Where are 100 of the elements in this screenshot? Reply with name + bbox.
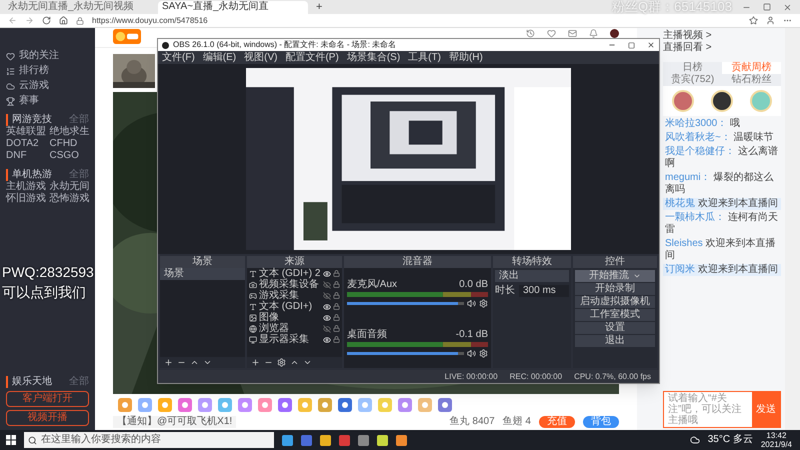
gift-icon[interactable] [397, 397, 413, 413]
control-button[interactable]: 设置 [575, 322, 655, 334]
taskbar-app-icon[interactable] [377, 434, 388, 446]
message-icon[interactable] [568, 29, 577, 38]
settings-icon[interactable] [277, 358, 286, 367]
lock-icon[interactable] [333, 336, 340, 343]
category-link[interactable]: DOTA2 [6, 138, 46, 150]
source-item[interactable]: 显示器采集 [259, 334, 321, 345]
profile-icon[interactable] [766, 16, 775, 25]
transition-select[interactable]: 淡出 [495, 270, 569, 282]
sidebar-item[interactable]: 云游戏 [19, 80, 49, 92]
settings-icon[interactable] [479, 348, 488, 358]
add-icon[interactable] [164, 358, 173, 367]
category-link[interactable]: 永劫无间 [50, 181, 89, 193]
move-up-icon[interactable] [290, 358, 299, 367]
rank-tab[interactable]: 钻石粉丝 [722, 74, 781, 86]
history-icon[interactable] [526, 29, 535, 38]
add-icon[interactable] [251, 358, 260, 367]
caret-icon [633, 272, 641, 280]
gift-icon[interactable] [337, 397, 353, 413]
browser-tab[interactable]: 永劫无间直播_永劫无间视频 [4, 0, 154, 14]
notification-icon[interactable] [589, 29, 598, 38]
sidebar-button[interactable]: 客户端打开 [6, 391, 89, 407]
control-button[interactable]: 启动虚拟摄像机 [575, 296, 655, 308]
lock-icon[interactable] [333, 281, 340, 288]
control-button[interactable]: 开始推流 [575, 270, 655, 282]
rank-tab[interactable]: 日榜 [663, 62, 722, 74]
duration-field[interactable]: 300 ms [519, 285, 569, 297]
menu-item[interactable]: 编辑(E) [202, 52, 236, 62]
speaker-icon[interactable] [467, 348, 476, 358]
control-button[interactable]: 退出 [575, 335, 655, 347]
start-icon[interactable] [6, 435, 16, 445]
category-link[interactable]: CSGO [50, 150, 89, 162]
window-title: OBS 26.1.0 (64-bit, windows) - 配置文件: 未命名 - 场景: 未命名 [173, 41, 396, 49]
menu-item[interactable]: 文件(F) [162, 52, 195, 62]
new-tab-button[interactable]: + [312, 2, 326, 12]
speaker-icon[interactable] [467, 298, 476, 308]
avatar[interactable] [610, 29, 619, 38]
taskbar-search-field[interactable]: 在这里输入你要搜索的内容 [24, 432, 274, 448]
lock-icon[interactable] [333, 325, 340, 332]
follow-icon[interactable] [547, 29, 556, 38]
taskbar-app-icon[interactable] [320, 434, 331, 446]
taskbar-app-icon[interactable] [282, 434, 293, 446]
move-up-icon[interactable] [190, 358, 199, 367]
category-link[interactable]: CFHD [50, 138, 89, 150]
control-button[interactable]: 开始录制 [575, 283, 655, 295]
chat-link[interactable]: 直播回看 > [663, 42, 781, 54]
rank-tab[interactable]: 贵宾(752) [663, 74, 722, 86]
category-link[interactable]: 绝地求生 [50, 126, 89, 138]
gift-icon[interactable] [277, 397, 293, 413]
close-icon[interactable] [647, 41, 655, 49]
sidebar-item[interactable]: 赛事 [19, 95, 39, 107]
maximize-icon[interactable] [628, 42, 635, 48]
lock-icon [76, 16, 84, 24]
clock-time: 13:42 [766, 431, 786, 440]
menu-item[interactable]: 帮助(H) [448, 52, 483, 62]
source-item[interactable]: 游戏采集 [259, 290, 321, 301]
address-field[interactable]: https://www.douyu.com/5478516 [92, 16, 208, 24]
close-icon[interactable] [783, 2, 792, 12]
source-item[interactable]: 浏览器 [259, 323, 321, 334]
category-link[interactable]: DNF [6, 150, 46, 162]
taskbar-app-icon[interactable] [358, 434, 369, 446]
category-link[interactable]: 恐怖游戏 [50, 193, 89, 205]
chat-link[interactable]: 主播视频 > [663, 30, 781, 42]
lock-icon[interactable] [333, 303, 340, 310]
menu-item[interactable]: 配置文件(P) [285, 52, 339, 62]
gift-icon[interactable] [237, 397, 253, 413]
gift-icon[interactable] [437, 397, 453, 413]
sidebar-item[interactable]: 我的关注 [19, 50, 59, 62]
move-down-icon[interactable] [303, 358, 312, 367]
maximize-icon[interactable] [763, 3, 771, 11]
lock-icon[interactable] [333, 314, 340, 321]
home-icon[interactable] [59, 16, 68, 25]
category-link[interactable]: 英雄联盟 [6, 126, 46, 138]
reload-icon[interactable] [42, 16, 51, 25]
logo-icon[interactable] [113, 29, 141, 44]
source-item[interactable]: 视频采集设备 [259, 279, 321, 290]
settings-icon[interactable] [479, 298, 488, 308]
menu-item[interactable]: 视图(V) [244, 52, 278, 62]
avatar[interactable] [710, 90, 733, 112]
sidebar-button[interactable]: 视频开播 [6, 410, 89, 426]
category-link[interactable]: 怀旧游戏 [6, 193, 46, 205]
menu-item[interactable]: 场景集合(S) [346, 52, 400, 62]
category-link[interactable]: 主机游戏 [6, 181, 46, 193]
nav-icon [6, 66, 15, 76]
gift-icon[interactable] [177, 397, 193, 413]
sidebar-item[interactable]: 排行榜 [19, 65, 49, 77]
lock-icon[interactable] [333, 292, 340, 299]
move-down-icon[interactable] [203, 358, 212, 367]
source-item[interactable]: 文本 (GDI+) [259, 301, 321, 312]
control-button[interactable]: 工作室模式 [575, 309, 655, 321]
scene-item[interactable]: 场景 [160, 268, 245, 280]
source-item[interactable]: 图像 [259, 312, 321, 323]
lock-icon[interactable] [333, 270, 340, 277]
scrollbar[interactable] [785, 28, 800, 430]
favorite-icon[interactable] [749, 16, 758, 25]
source-item[interactable]: 文本 (GDI+) 2 [259, 268, 321, 279]
menu-item[interactable]: 工具(T) [408, 52, 441, 62]
taskbar-app-icon[interactable] [396, 434, 407, 446]
browser-tab[interactable]: SAYA~直播_永劫无间直 [158, 0, 308, 14]
